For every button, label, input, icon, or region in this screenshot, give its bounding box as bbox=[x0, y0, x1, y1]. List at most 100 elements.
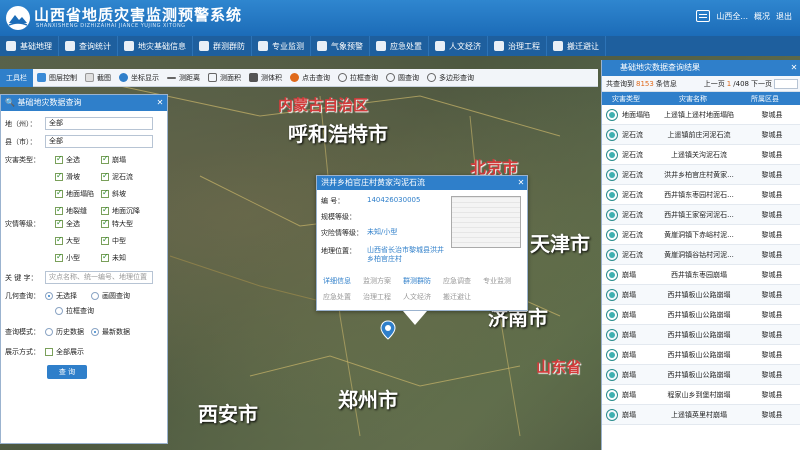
tool-measure-distance[interactable]: 测距离 bbox=[163, 73, 204, 83]
table-row[interactable]: 泥石流 上遥镇前庄河泥石流 黎城县 bbox=[602, 125, 800, 145]
user-name[interactable]: 山西全... bbox=[716, 11, 748, 22]
table-row[interactable]: 崩塌 西井镇板山公路崩塌 黎城县 bbox=[602, 305, 800, 325]
tool-box-query[interactable]: 拉框查询 bbox=[334, 73, 382, 83]
hazard-photo[interactable] bbox=[451, 196, 521, 248]
nav-item-basic-geo[interactable]: 基础地理 bbox=[0, 36, 59, 56]
checkbox-label: 斜坡 bbox=[112, 190, 126, 198]
nav-item-emergency[interactable]: 应急处置 bbox=[370, 36, 429, 56]
nav-item-label: 搬迁避让 bbox=[567, 41, 599, 51]
hazard-type-checkbox[interactable]: 斜坡 bbox=[101, 188, 161, 199]
nav-item-weather-warning[interactable]: 气象预警 bbox=[311, 36, 370, 56]
tool-measure-area[interactable]: 测面积 bbox=[204, 73, 245, 83]
table-row[interactable]: 崩塌 上遥镇英里村崩塌 黎城县 bbox=[602, 405, 800, 425]
table-row[interactable]: 泥石流 上遥镇关沟泥石流 黎城县 bbox=[602, 145, 800, 165]
level-checkbox[interactable]: 未知 bbox=[101, 252, 161, 263]
document-icon bbox=[124, 41, 134, 51]
row-name: 程家山乡到堡村崩塌 bbox=[667, 390, 731, 399]
tab-emergency-survey[interactable]: 应急调查 bbox=[443, 276, 483, 286]
logout-link[interactable]: 退出 bbox=[776, 11, 792, 22]
nav-item-humanities[interactable]: 人文经济 bbox=[429, 36, 488, 56]
query-button[interactable]: 查 询 bbox=[47, 365, 87, 379]
tab-relocation[interactable]: 搬迁避让 bbox=[443, 292, 483, 302]
next-page-link[interactable]: 下一页 bbox=[751, 76, 772, 92]
table-row[interactable]: 崩塌 西井镇板山公路崩塌 黎城县 bbox=[602, 345, 800, 365]
hazard-type-checkbox[interactable]: 全选 bbox=[55, 154, 101, 165]
checkbox-icon bbox=[55, 154, 63, 164]
checkbox-label: 全选 bbox=[66, 220, 80, 228]
hazard-marker-icon[interactable] bbox=[380, 320, 396, 340]
tool-circle-query[interactable]: 圆查询 bbox=[382, 73, 423, 83]
level-checkbox[interactable]: 特大型 bbox=[101, 218, 161, 229]
row-name: 西井镇王家窑河泥石... bbox=[664, 210, 734, 219]
table-row[interactable]: 崩塌 程家山乡到堡村崩塌 黎城县 bbox=[602, 385, 800, 405]
nav-item-mass-monitoring[interactable]: 群测群防 bbox=[193, 36, 252, 56]
tab-mass-monitoring[interactable]: 群测群防 bbox=[403, 276, 443, 286]
message-icon[interactable] bbox=[696, 10, 711, 22]
tool-polygon-query[interactable]: 多边形查询 bbox=[423, 73, 478, 83]
map-label-inner-mongolia: 内蒙古自治区 bbox=[278, 96, 369, 114]
hazard-type-checkbox[interactable]: 崩塌 bbox=[101, 154, 161, 165]
tool-layer-control[interactable]: 图层控制 bbox=[33, 73, 81, 83]
row-county: 黎城县 bbox=[761, 350, 783, 359]
nav-item-relocation[interactable]: 搬迁避让 bbox=[547, 36, 606, 56]
nav-item-label: 基础地理 bbox=[20, 41, 52, 51]
nav-item-pro-monitoring[interactable]: 专业监测 bbox=[252, 36, 311, 56]
row-name: 上遥镇前庄河泥石流 bbox=[667, 130, 731, 139]
tab-pro-monitoring[interactable]: 专业监测 bbox=[483, 276, 523, 286]
tab-monitor-plan[interactable]: 监测方案 bbox=[363, 276, 403, 286]
close-icon[interactable]: ✕ bbox=[788, 60, 800, 76]
table-row[interactable]: 崩塌 西井镇板山公路崩塌 黎城县 bbox=[602, 325, 800, 345]
hazard-type-checkbox[interactable]: 泥石流 bbox=[101, 171, 161, 182]
checkbox-label: 中型 bbox=[112, 237, 126, 245]
tool-measure-volume[interactable]: 测体积 bbox=[245, 73, 286, 83]
geo-radio-none[interactable]: 无选择 bbox=[45, 291, 91, 301]
close-icon[interactable]: ✕ bbox=[515, 176, 527, 190]
summary-prefix: 共查询到 bbox=[606, 79, 634, 88]
nav-item-hazard-info[interactable]: 地灾基础信息 bbox=[118, 36, 193, 56]
tab-detail[interactable]: 详细信息 bbox=[323, 276, 363, 286]
table-row[interactable]: 崩塌 西井镇板山公路崩塌 黎城县 bbox=[602, 365, 800, 385]
nav-item-governance[interactable]: 治理工程 bbox=[488, 36, 547, 56]
level-checkbox[interactable]: 中型 bbox=[101, 235, 161, 246]
table-row[interactable]: 泥石流 西井镇王家窑河泥石... 黎城县 bbox=[602, 205, 800, 225]
table-row[interactable]: 泥石流 黄崖洞镇谷钴村河泥... 黎城县 bbox=[602, 245, 800, 265]
table-row[interactable]: 泥石流 西井镇东枣园村泥石... 黎城县 bbox=[602, 185, 800, 205]
geo-radio-circle[interactable]: 画圆查询 bbox=[91, 291, 151, 301]
tool-click-query[interactable]: 点击查询 bbox=[286, 73, 334, 83]
page-jump-input[interactable] bbox=[774, 78, 798, 89]
nav-item-query-stats[interactable]: 查询统计 bbox=[59, 36, 118, 56]
mode-radio-history[interactable]: 历史数据 bbox=[45, 327, 91, 337]
geo-radio-box[interactable]: 拉框查询 bbox=[55, 306, 115, 316]
tab-governance[interactable]: 治理工程 bbox=[363, 292, 403, 302]
table-row[interactable]: 崩塌 西井镇板山公路崩塌 黎城县 bbox=[602, 285, 800, 305]
county-select[interactable]: 全部 bbox=[45, 135, 153, 148]
hazard-type-checkbox[interactable]: 地面沉降 bbox=[101, 205, 161, 216]
tab-humanities[interactable]: 人文经济 bbox=[403, 292, 443, 302]
mode-radio-latest[interactable]: 最新数据 bbox=[91, 327, 151, 337]
keyword-input[interactable]: 灾点名称、统一编号、地理位置 bbox=[45, 271, 153, 284]
table-row[interactable]: 崩塌 西井镇东枣园崩塌 黎城县 bbox=[602, 265, 800, 285]
table-row[interactable]: 泥石流 黄崖洞镇下赤峪村泥... 黎城县 bbox=[602, 225, 800, 245]
tab-emergency-handling[interactable]: 应急处置 bbox=[323, 292, 363, 302]
hazard-type-checkbox[interactable]: 滑坡 bbox=[55, 171, 101, 182]
circle-select-icon bbox=[386, 73, 395, 82]
prev-page-link[interactable]: 上一页 bbox=[704, 76, 725, 92]
hazard-type-checkbox[interactable]: 地裂缝 bbox=[55, 205, 101, 216]
tool-coordinates[interactable]: 坐标显示 bbox=[115, 73, 163, 83]
level-checkbox[interactable]: 小型 bbox=[55, 252, 101, 263]
level-checkbox[interactable]: 全选 bbox=[55, 218, 101, 229]
table-row[interactable]: 地面塌陷 上遥镇上遥村地面塌陷 黎城县 bbox=[602, 105, 800, 125]
popup-pointer bbox=[403, 311, 427, 325]
tool-screenshot[interactable]: 截图 bbox=[81, 73, 115, 83]
location-pin-icon bbox=[119, 73, 128, 82]
relocate-icon bbox=[553, 41, 563, 51]
table-row[interactable]: 泥石流 洪井乡柏官庄村黄家... 黎城县 bbox=[602, 165, 800, 185]
row-type: 崩塌 bbox=[622, 310, 636, 319]
close-icon[interactable]: ✕ bbox=[153, 95, 167, 111]
overview-link[interactable]: 概况 bbox=[754, 11, 770, 22]
level-checkbox[interactable]: 大型 bbox=[55, 235, 101, 246]
city-select[interactable]: 全部 bbox=[45, 117, 153, 130]
city-label: 地（州）： bbox=[5, 119, 37, 128]
hazard-type-checkbox[interactable]: 地面塌陷 bbox=[55, 188, 101, 199]
display-all-checkbox[interactable]: 全部展示 bbox=[45, 347, 105, 357]
